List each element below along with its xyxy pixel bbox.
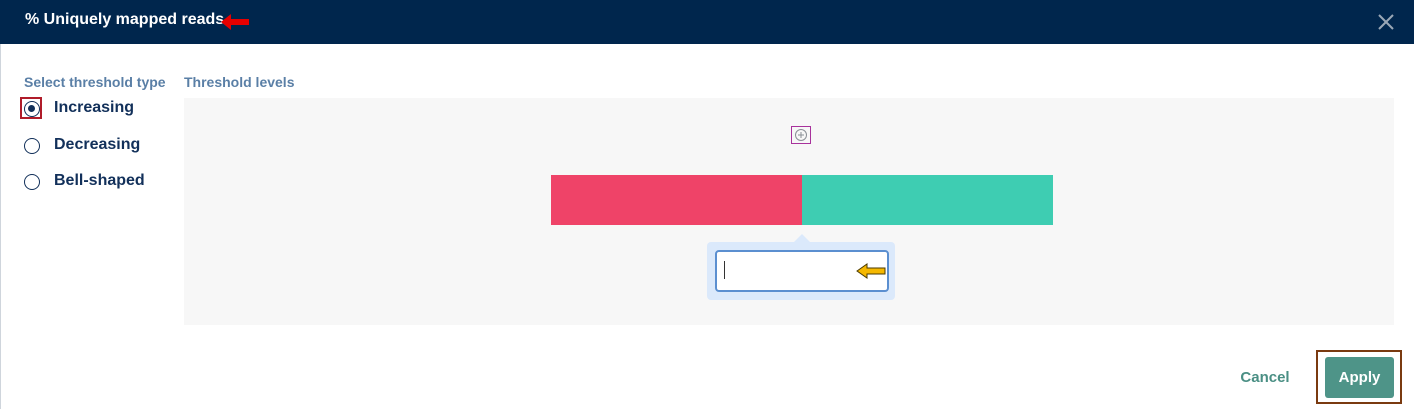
radio-label: Decreasing [54, 136, 141, 153]
radio-increasing[interactable]: Increasing [20, 97, 170, 124]
radio-button[interactable] [24, 138, 40, 154]
text-caret [724, 261, 725, 279]
cancel-button[interactable]: Cancel [1232, 366, 1298, 390]
radio-bell-shaped[interactable]: Bell-shaped [20, 171, 170, 197]
threshold-levels-label: Threshold levels [184, 74, 295, 90]
radio-label: Bell-shaped [54, 172, 145, 189]
popover-pointer [794, 234, 810, 242]
close-icon[interactable] [1376, 12, 1396, 32]
threshold-type-label: Select threshold type [24, 74, 166, 90]
dialog-title: % Uniquely mapped reads [25, 11, 225, 28]
dialog-border [0, 44, 1, 409]
arrow-left-icon [856, 263, 886, 279]
plus-circle-icon [795, 129, 807, 141]
arrow-left-icon [221, 14, 249, 30]
radio-button[interactable] [24, 174, 40, 190]
apply-button[interactable]: Apply [1325, 357, 1394, 398]
radio-decreasing[interactable]: Decreasing [20, 135, 170, 161]
radio-label: Increasing [54, 99, 135, 116]
dialog-header: % Uniquely mapped reads [0, 0, 1414, 44]
threshold-segment-low [551, 175, 802, 225]
threshold-segment-high[interactable] [802, 175, 1053, 225]
radio-button[interactable] [24, 101, 40, 117]
radio-selected-dot [28, 105, 35, 112]
add-threshold-button[interactable] [791, 126, 811, 144]
